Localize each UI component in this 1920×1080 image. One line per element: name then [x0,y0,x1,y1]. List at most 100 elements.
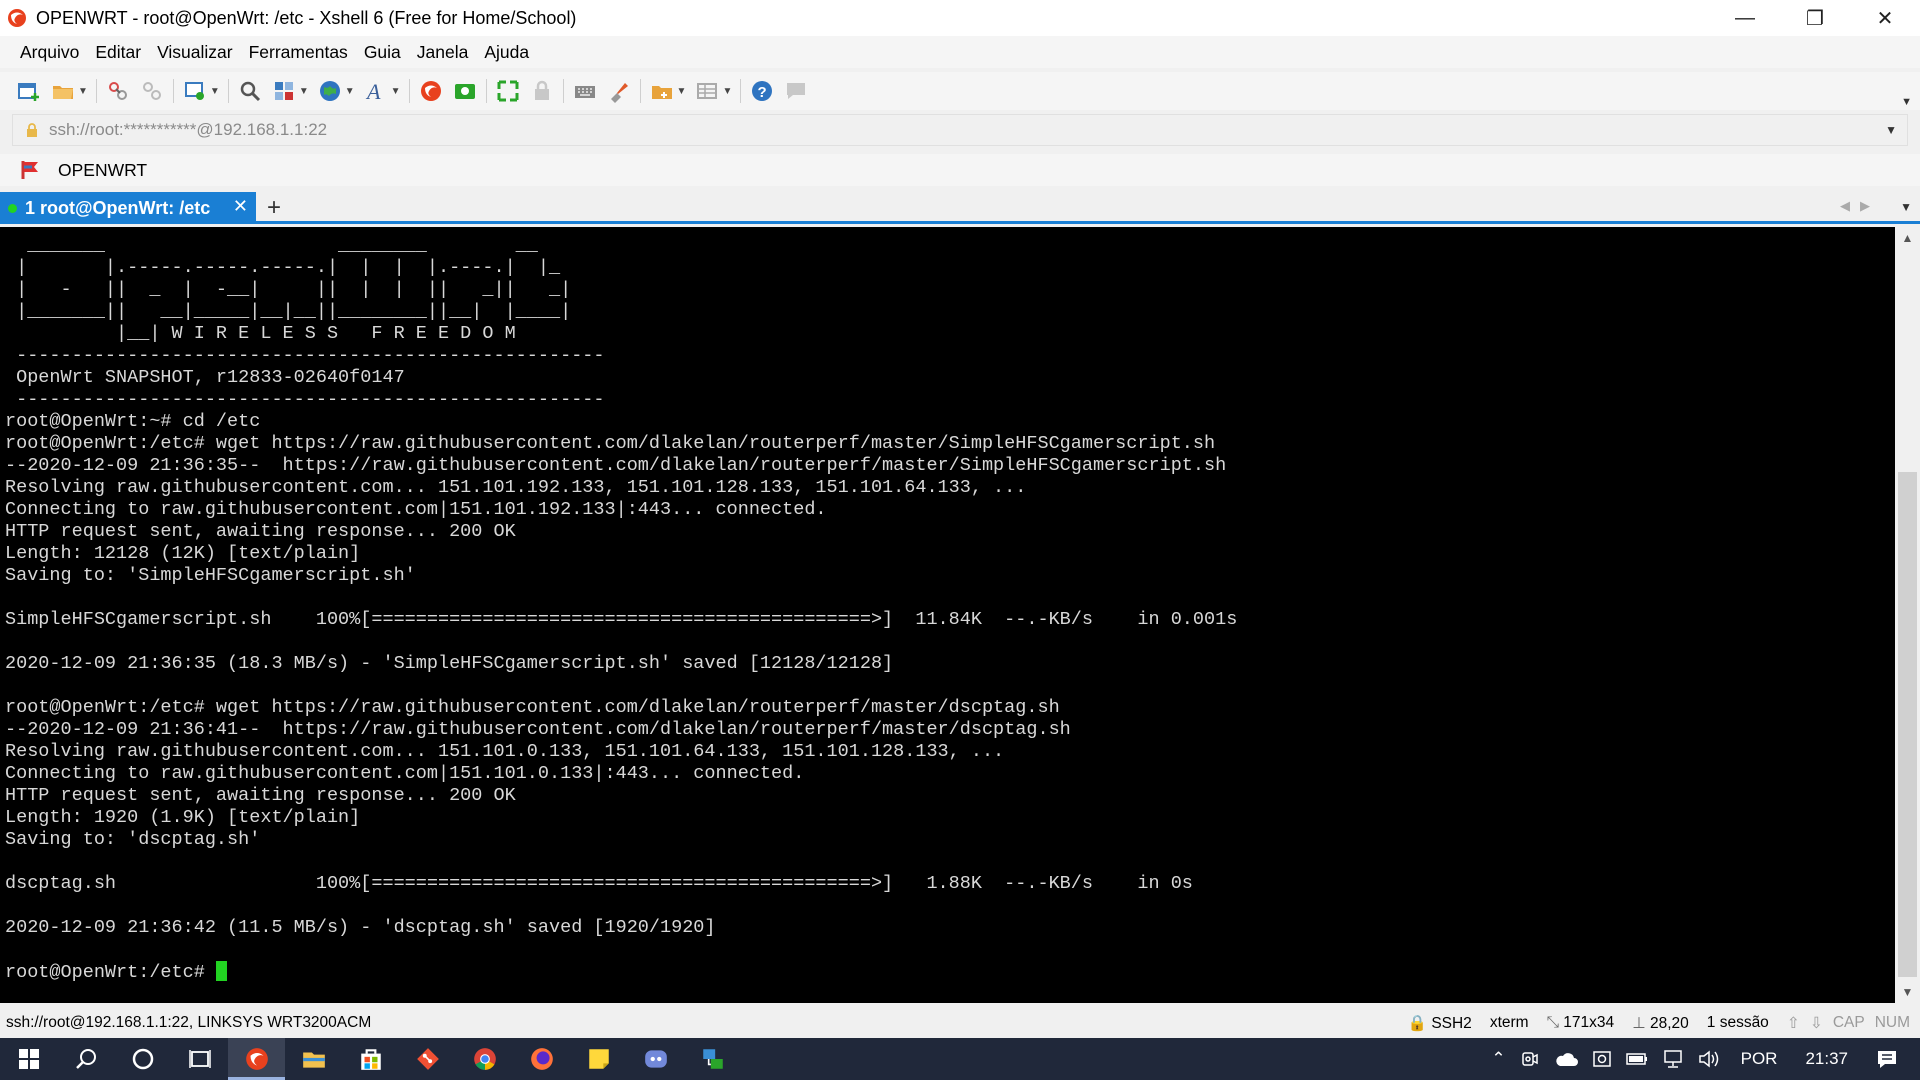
cortana-icon[interactable] [114,1038,171,1080]
toolbar: ▼ ▼ ▼ ▼ A ▼ ▼ ▼ ? ▼ [0,72,1920,110]
terminal-line: 2020-12-09 21:36:35 (18.3 MB/s) - 'Simpl… [5,653,894,674]
toolbar-more-icon[interactable]: ▼ [1901,96,1912,108]
terminal-line: |_______|| __|_____|__|__||________||__|… [16,301,572,322]
taskbar-chrome-icon[interactable] [456,1038,513,1080]
taskbar-file-explorer-icon[interactable] [285,1038,342,1080]
xshell-icon[interactable] [418,78,444,104]
taskbar-store-icon[interactable] [342,1038,399,1080]
font-dropdown-icon[interactable]: ▼ [391,86,401,97]
session-link-openwrt[interactable]: OPENWRT [58,160,147,181]
taskbar-discord-icon[interactable] [627,1038,684,1080]
toolbar-separator [95,79,97,103]
keyboard-icon[interactable] [572,78,598,104]
font-icon[interactable]: A [363,78,389,104]
taskbar-firefox-icon[interactable] [513,1038,570,1080]
notifications-icon[interactable] [1876,1049,1898,1069]
download-icon: ⇩ [1809,1014,1823,1032]
terminal-line: Saving to: 'SimpleHFSCgamerscript.sh' [5,565,416,586]
menu-ferramentas[interactable]: Ferramentas [241,42,356,63]
tab-scroll-icon[interactable]: ◀▶ [1840,198,1880,214]
tab-list-dropdown-icon[interactable]: ▼ [1900,200,1912,214]
add-folder-dropdown-icon[interactable]: ▼ [677,86,687,97]
tab-root-openwrt-etc[interactable]: 1 root@OpenWrt: /etc ✕ [0,192,256,224]
new-session-icon[interactable] [16,78,42,104]
taskbar-search-icon[interactable] [57,1038,114,1080]
layout-dropdown-icon[interactable]: ▼ [299,86,309,97]
new-tab-button[interactable]: + [260,194,288,222]
globe-icon[interactable] [317,78,343,104]
layout-icon[interactable] [271,78,297,104]
terminal-line: root@OpenWrt:/etc# wget https://raw.gith… [5,697,1060,718]
properties-dropdown-icon[interactable]: ▼ [210,86,220,97]
terminal-line: ----------------------------------------… [16,345,605,366]
cursor-icon: ⊥ [1632,1014,1646,1032]
language-indicator[interactable]: POR [1741,1049,1778,1069]
search-icon[interactable] [237,78,263,104]
meet-now-icon[interactable] [1520,1049,1540,1069]
menu-visualizar[interactable]: Visualizar [149,42,241,63]
lock-icon[interactable] [529,78,555,104]
menu-janela[interactable]: Janela [409,42,477,63]
reconnect-icon[interactable] [105,78,131,104]
system-clock[interactable]: 21:37 [1805,1049,1848,1069]
menu-guia[interactable]: Guia [356,42,409,63]
menu-bar: Arquivo Editar Visualizar Ferramentas Gu… [0,36,1920,68]
properties-icon[interactable] [182,78,208,104]
close-button[interactable]: ✕ [1850,0,1920,36]
volume-icon[interactable] [1698,1049,1720,1069]
terminal-line: HTTP request sent, awaiting response... … [5,521,516,542]
status-cursor-position: ⊥ 28,20 [1632,1014,1689,1032]
chat-icon[interactable] [783,78,809,104]
toolbar-separator [562,79,564,103]
address-dropdown-icon[interactable]: ▼ [1885,123,1897,137]
menu-arquivo[interactable]: Arquivo [12,42,87,63]
toolbar-separator [227,79,229,103]
windows-start-icon[interactable] [0,1038,57,1080]
add-folder-icon[interactable] [649,78,675,104]
taskbar-git-icon[interactable] [399,1038,456,1080]
battery-icon[interactable] [1625,1052,1648,1066]
disconnect-icon[interactable] [139,78,165,104]
terminal[interactable]: _______ ________ __ | |.-----.-----.----… [0,227,1895,1003]
lock-icon [27,123,37,137]
open-dropdown-icon[interactable]: ▼ [78,86,88,97]
terminal-line: ----------------------------------------… [16,389,605,410]
terminal-line: --2020-12-09 21:36:35-- https://raw.gith… [5,455,1227,476]
scroll-down-icon[interactable]: ▼ [1895,981,1920,1003]
scroll-thumb[interactable] [1898,472,1917,977]
fullscreen-icon[interactable] [495,78,521,104]
onedrive-icon[interactable] [1554,1051,1578,1067]
system-tray: ⌃ POR 21:37 [1484,1038,1920,1080]
restore-button[interactable]: ❐ [1780,0,1850,36]
sync-icon[interactable] [1592,1049,1612,1069]
terminal-line: dscptag.sh 100%[========================… [5,873,1193,894]
close-tab-icon[interactable]: ✕ [233,196,248,217]
taskbar-xshell-icon[interactable] [228,1038,285,1080]
highlight-icon[interactable] [606,78,632,104]
open-folder-icon[interactable] [50,78,76,104]
help-icon[interactable]: ? [749,78,775,104]
bookmark-flag-icon [21,161,38,179]
terminal-cursor [215,961,227,981]
task-view-icon[interactable] [171,1038,228,1080]
grid-dropdown-icon[interactable]: ▼ [722,86,732,97]
xftp-icon[interactable] [452,78,478,104]
terminal-lines: _______ ________ __ | |.-----.-----.----… [5,235,1237,938]
network-icon[interactable] [1662,1049,1684,1069]
globe-dropdown-icon[interactable]: ▼ [345,86,355,97]
taskbar-network-tool-icon[interactable] [684,1038,741,1080]
taskbar-sticky-notes-icon[interactable] [570,1038,627,1080]
address-input[interactable] [49,120,1849,140]
terminal-line: 2020-12-09 21:36:42 (11.5 MB/s) - 'dscpt… [5,917,716,938]
status-protocol: 🔒 SSH2 [1407,1014,1472,1032]
sessions-bar: OPENWRT [0,154,1920,186]
show-hidden-icons-icon[interactable]: ⌃ [1491,1049,1505,1069]
menu-editar[interactable]: Editar [87,42,149,63]
grid-icon[interactable] [694,78,720,104]
terminal-line: | |.-----.-----.-----.| | | |.----.| |_ [16,257,561,278]
scroll-up-icon[interactable]: ▲ [1895,227,1920,249]
terminal-scrollbar[interactable]: ▲ ▼ [1895,227,1920,1003]
svg-text:?: ? [758,84,767,101]
menu-ajuda[interactable]: Ajuda [476,42,537,63]
minimize-button[interactable]: — [1710,0,1780,36]
